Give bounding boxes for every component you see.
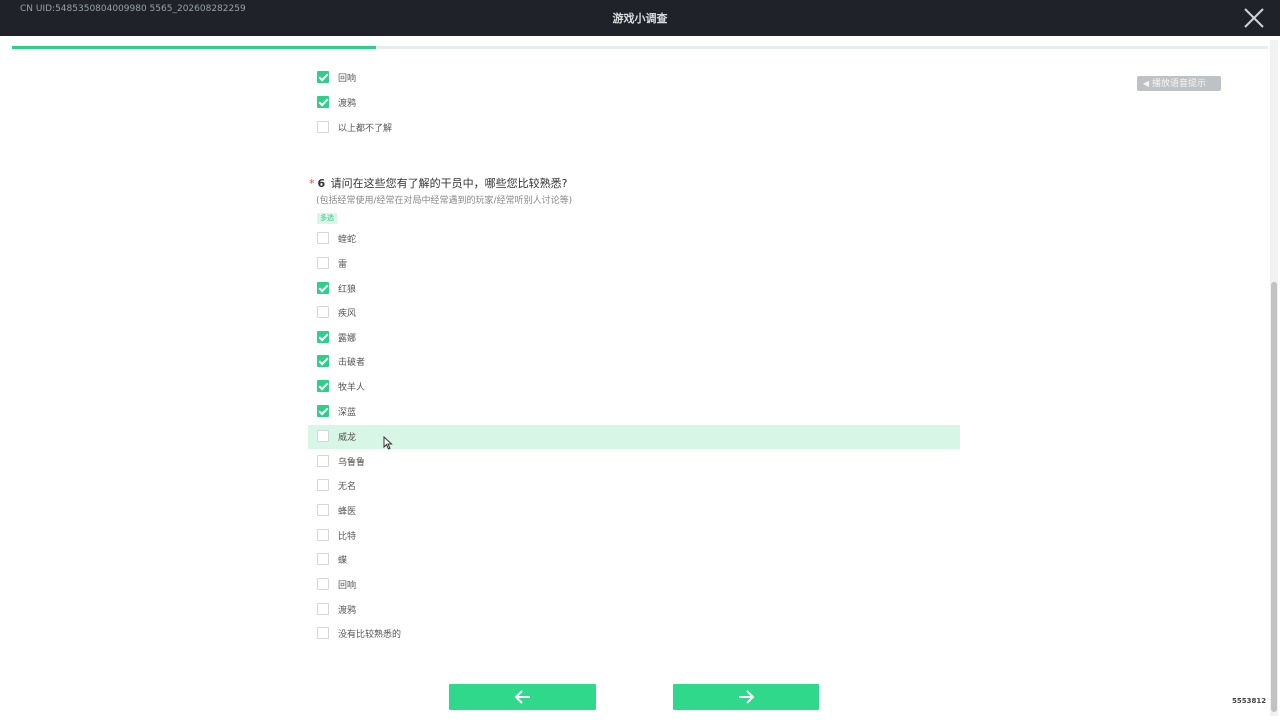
option-label: 乌鲁鲁	[338, 458, 366, 468]
audio-hint-button[interactable]: ◀ 播放语音提示	[1137, 76, 1221, 91]
required-mark: *	[309, 177, 315, 190]
close-button[interactable]	[1242, 6, 1266, 30]
option-item[interactable]: 蜂医	[308, 499, 960, 523]
option-checkbox[interactable]	[317, 627, 329, 639]
option-item-hovered[interactable]: 威龙	[308, 425, 960, 449]
progress-fill	[12, 46, 377, 49]
option-checkbox[interactable]	[317, 553, 329, 565]
option-item[interactable]: 渡鸦	[308, 91, 960, 115]
option-label: 蝶	[338, 556, 348, 566]
arrow-left-icon	[514, 690, 530, 704]
multi-select-tag: 多选	[317, 213, 337, 224]
question-subtext: (包括经常使用/经常在对局中经常遇到的玩家/经常听别人讨论等)	[316, 196, 573, 206]
option-item[interactable]: 回响	[308, 573, 960, 597]
option-label: 回响	[338, 74, 357, 84]
scrollbar-thumb[interactable]	[1271, 282, 1277, 712]
option-label: 威龙	[338, 433, 357, 443]
close-icon	[1244, 8, 1264, 28]
option-checkbox[interactable]	[317, 71, 329, 83]
option-checkbox[interactable]	[317, 529, 329, 541]
option-label: 红狼	[338, 285, 357, 295]
option-label: 无名	[338, 482, 357, 492]
question-text: 请问在这些您有了解的干员中，哪些您比较熟悉?	[330, 177, 568, 190]
option-checkbox[interactable]	[317, 430, 329, 442]
option-item[interactable]: 露娜	[308, 326, 960, 350]
option-label: 蝰蛇	[338, 235, 357, 245]
option-label: 露娜	[338, 334, 357, 344]
option-label: 渡鸦	[338, 606, 357, 616]
option-checkbox[interactable]	[317, 306, 329, 318]
option-checkbox[interactable]	[317, 282, 329, 294]
option-checkbox[interactable]	[317, 603, 329, 615]
option-checkbox[interactable]	[317, 96, 329, 108]
option-label: 没有比较熟悉的	[338, 630, 402, 640]
next-button[interactable]	[673, 684, 819, 710]
option-item[interactable]: 渡鸦	[308, 598, 960, 622]
option-item[interactable]: 蝰蛇	[308, 227, 960, 251]
option-item[interactable]: 疾风	[308, 301, 960, 325]
option-checkbox[interactable]	[317, 405, 329, 417]
option-checkbox[interactable]	[317, 578, 329, 590]
option-item[interactable]: 红狼	[308, 277, 960, 301]
option-label: 深蓝	[338, 408, 357, 418]
mouse-cursor-icon	[383, 436, 393, 450]
option-checkbox[interactable]	[317, 121, 329, 133]
arrow-right-icon	[739, 690, 755, 704]
option-label: 击破者	[338, 358, 366, 368]
option-checkbox[interactable]	[317, 380, 329, 392]
option-checkbox[interactable]	[317, 355, 329, 367]
option-label: 比特	[338, 532, 357, 542]
option-item[interactable]: 比特	[308, 524, 960, 548]
option-checkbox[interactable]	[317, 479, 329, 491]
option-label: 回响	[338, 581, 357, 591]
survey-title: 游戏小调查	[612, 12, 668, 25]
previous-button[interactable]	[449, 684, 596, 710]
option-item[interactable]: 蝶	[308, 548, 960, 572]
option-checkbox[interactable]	[317, 504, 329, 516]
option-label: 以上都不了解	[338, 124, 393, 134]
question-number: 6	[317, 177, 326, 190]
option-label: 蜂医	[338, 507, 357, 517]
option-item[interactable]: 乌鲁鲁	[308, 450, 960, 474]
top-bar: CN UID:5485350804009980 5565_20260828225…	[0, 0, 1280, 36]
option-label: 渡鸦	[338, 99, 357, 109]
option-label: 雷	[338, 260, 348, 270]
option-checkbox[interactable]	[317, 232, 329, 244]
option-item[interactable]: 无名	[308, 474, 960, 498]
audio-hint-label: 播放语音提示	[1152, 79, 1207, 89]
option-item[interactable]: 没有比较熟悉的	[308, 622, 960, 646]
option-checkbox[interactable]	[317, 331, 329, 343]
option-item[interactable]: 以上都不了解	[308, 116, 960, 140]
page-code: 5553812	[1232, 697, 1267, 705]
option-checkbox[interactable]	[317, 257, 329, 269]
option-item[interactable]: 回响	[308, 66, 960, 90]
progress-bar	[12, 46, 1268, 49]
speaker-icon: ◀	[1142, 79, 1150, 88]
option-label: 疾风	[338, 309, 357, 319]
option-item[interactable]: 击破者	[308, 350, 960, 374]
option-item[interactable]: 深蓝	[308, 400, 960, 424]
option-checkbox[interactable]	[317, 455, 329, 467]
option-label: 牧羊人	[338, 383, 366, 393]
question-heading: * 6 请问在这些您有了解的干员中，哪些您比较熟悉?	[309, 175, 568, 191]
option-item[interactable]: 雷	[308, 252, 960, 276]
option-item[interactable]: 牧羊人	[308, 375, 960, 399]
